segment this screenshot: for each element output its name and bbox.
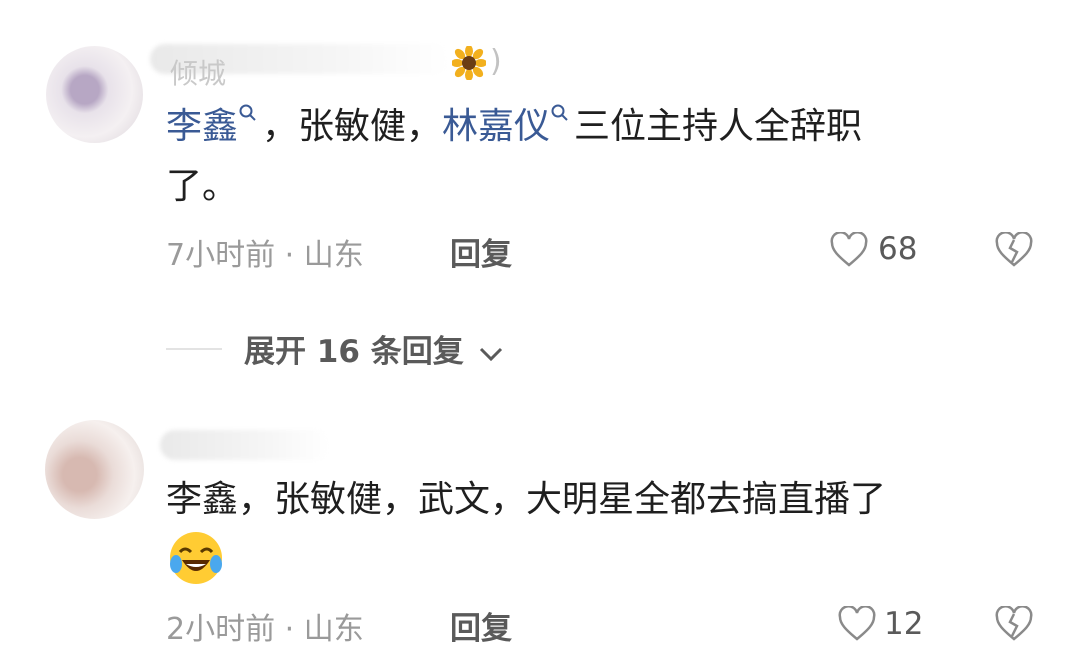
- comment-text: ，张敏健，: [262, 106, 443, 147]
- broken-heart-icon[interactable]: [995, 232, 1033, 268]
- expand-replies-label[interactable]: 展开 16 条回复: [244, 334, 464, 370]
- comment-text: 了。: [166, 166, 239, 207]
- time-location: 2小时前 · 山东: [166, 612, 364, 647]
- mention-link[interactable]: 林嘉仪: [442, 106, 550, 147]
- heart-outline-icon[interactable]: [830, 232, 868, 268]
- expand-replies-button[interactable]: 展开 16 条回复: [244, 326, 505, 371]
- avatar[interactable]: [45, 420, 144, 519]
- mention-link[interactable]: 李鑫: [166, 106, 238, 147]
- avatar[interactable]: [46, 46, 143, 143]
- username-blurred[interactable]: [160, 430, 330, 460]
- search-icon: [238, 97, 258, 123]
- comment-text: 李鑫，张敏健，武文，大明星全都去搞直播了: [166, 479, 887, 520]
- comment-text: 三位主持人全辞职: [574, 106, 863, 147]
- time-location: 7小时前 · 山东: [166, 238, 364, 273]
- chevron-down-icon[interactable]: [477, 344, 505, 364]
- comment-content: 李鑫 ，张敏健，林嘉仪 三位主持人全辞职 了。: [166, 97, 1006, 217]
- search-icon: [550, 97, 570, 123]
- reply-button[interactable]: 回复: [450, 603, 512, 648]
- username-label[interactable]: 倾城: [170, 52, 226, 92]
- divider: [166, 348, 222, 350]
- laugh-cry-emoji-icon: [170, 532, 222, 584]
- like-count: 68: [878, 231, 918, 267]
- reply-button[interactable]: 回复: [450, 229, 512, 274]
- username-paren: ): [490, 44, 502, 79]
- comment-content: 李鑫，张敏健，武文，大明星全都去搞直播了: [166, 470, 1046, 530]
- sunflower-icon: [452, 46, 486, 80]
